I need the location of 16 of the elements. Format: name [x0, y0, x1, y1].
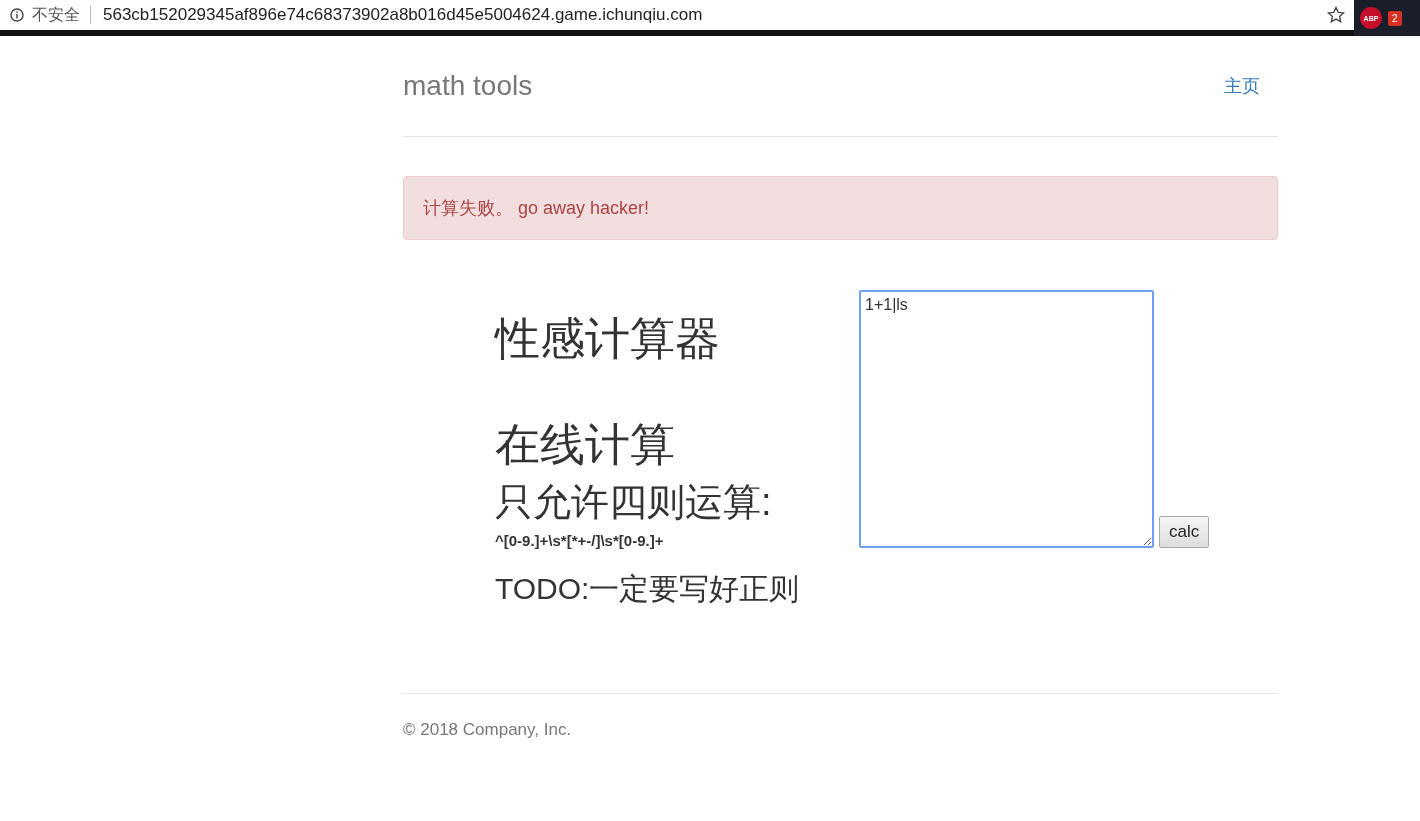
star-icon[interactable] [1326, 5, 1346, 25]
expression-field[interactable]: 1+1|ls [859, 290, 1154, 548]
error-alert: 计算失败。 go away hacker! [403, 176, 1278, 240]
security-label[interactable]: 不安全 [32, 6, 91, 24]
page-subheading: 在线计算 [495, 418, 676, 472]
address-bar[interactable]: 563cb152029345af896e74c68373902a8b016d45e5004624.game.ichunqiu.com [103, 5, 1326, 25]
page-heading: 性感计算器 [495, 312, 721, 366]
todo-text: TODO:一定要写好正则 [495, 571, 801, 607]
copyright-text: © 2018 Company, Inc. [403, 720, 572, 739]
calc-button[interactable]: calc [1159, 516, 1210, 548]
rule-heading: 只允许四则运算: [495, 480, 773, 524]
regex-text: ^[0-9.]+\s*[*+-/]\s*[0-9.]+ [495, 532, 665, 549]
mail-badge[interactable]: 2 [1388, 10, 1402, 26]
nav-link[interactable]: 主页 [1224, 74, 1260, 98]
info-icon[interactable] [10, 8, 24, 22]
site-title: math tools [403, 70, 533, 102]
